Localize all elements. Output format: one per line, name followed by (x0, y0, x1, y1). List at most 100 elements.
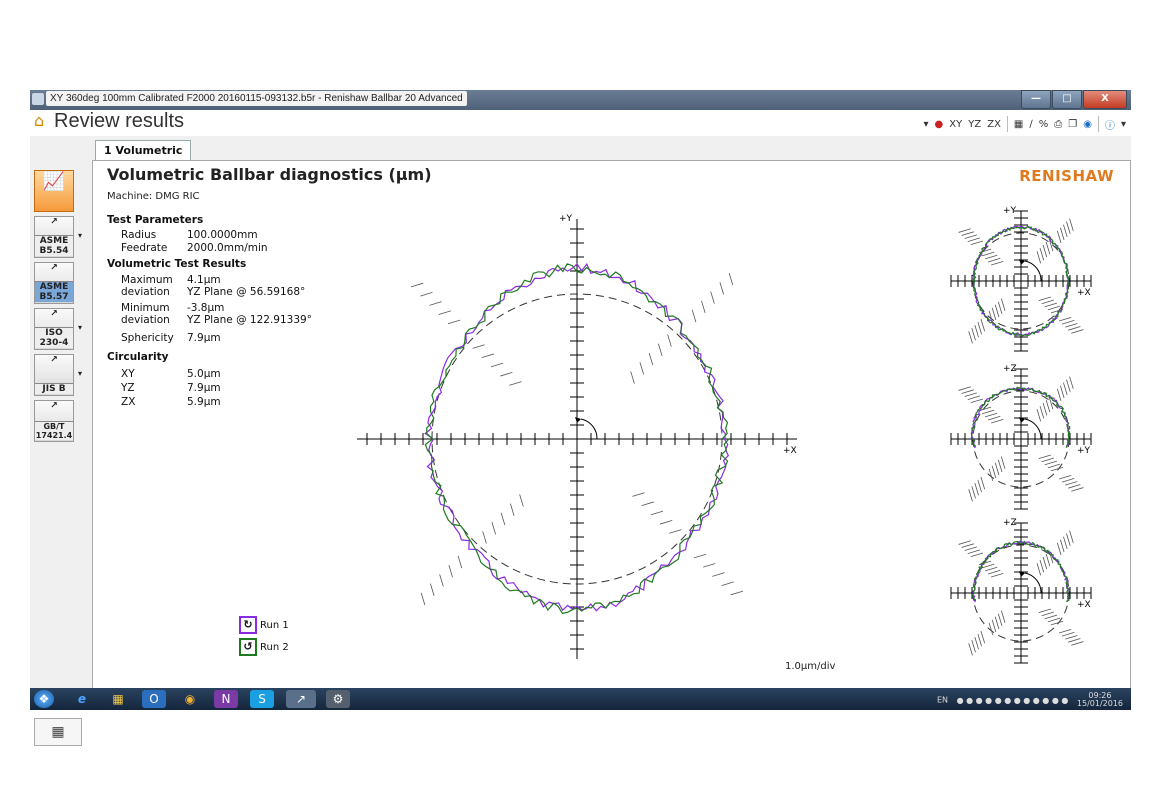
hatch-mark (630, 371, 635, 384)
hatch-mark (974, 483, 979, 496)
hatch-mark (1039, 405, 1045, 419)
app-header: ⌂ Review results ▾ ● XY YZ ZX ▦ ∕ % ⎙ ❐ … (30, 110, 1131, 136)
toolbar-divider (1097, 116, 1099, 132)
hatch-mark (1060, 385, 1065, 399)
print-icon[interactable]: ⎙ (1054, 119, 1062, 130)
hatch-mark (1042, 402, 1048, 416)
hatch-mark (1058, 474, 1072, 480)
hatch-mark (1061, 320, 1075, 325)
start-icon[interactable]: ❖ (34, 690, 54, 708)
hatch-mark (721, 581, 734, 586)
legend-item-run1[interactable]: ↻ Run 1 (239, 614, 289, 636)
folder-icon[interactable]: ▦ (106, 690, 130, 708)
hatch-mark (970, 552, 984, 558)
hatch-mark (984, 412, 998, 418)
tab-strip: 1 Volumetric (30, 136, 1131, 161)
clock[interactable]: 09:26 15/01/2016 (1077, 692, 1123, 708)
hatch-mark (991, 619, 997, 633)
hatch-mark (1038, 454, 1051, 460)
y-axis-label: +Y (1003, 206, 1017, 216)
legend-label: Run 2 (260, 641, 289, 653)
tab-volumetric[interactable]: 1 Volumetric (95, 140, 192, 161)
tool-xy[interactable]: XY (949, 119, 962, 130)
help-dropdown-icon[interactable]: ▾ (1121, 119, 1126, 130)
ballbar-app-icon[interactable]: ↗ (286, 690, 316, 708)
hatch-mark (1041, 611, 1055, 617)
hatch-mark (430, 583, 435, 596)
taskbar: ❖ e ▦ O ◉ N S ↗ ⚙ EN ● ● ● ● ● ● ● ● ● ●… (30, 688, 1131, 710)
copy-icon[interactable]: ❐ (1068, 119, 1077, 130)
system-tray: EN ● ● ● ● ● ● ● ● ● ● ● ● 09:26 15/01/2… (937, 692, 1123, 708)
run2-icon: ↺ (239, 638, 257, 656)
sidebar-item-asme-b557[interactable]: ↗ ASME B5.57 (34, 262, 74, 304)
chevron-down-icon[interactable]: ▾ (78, 323, 82, 332)
hatch-mark (980, 318, 986, 332)
hatch-mark (991, 307, 997, 321)
chrome-icon[interactable]: ◉ (178, 690, 202, 708)
hatch-mark (1058, 316, 1072, 322)
sidebar-item-asme-b554[interactable]: ↗ ASME B5.54 ▾ (34, 216, 82, 258)
onenote-icon[interactable]: N (214, 690, 238, 708)
chevron-down-icon[interactable]: ▾ (78, 231, 82, 240)
hatch-mark (961, 231, 974, 236)
table-view-button[interactable]: ▦ (34, 718, 82, 746)
sidebar-item-volumetric[interactable]: 📈 (34, 170, 74, 212)
legend: ↻ Run 1 ↺ Run 2 (239, 614, 289, 658)
hatch-mark (650, 510, 664, 516)
hatch-mark (968, 331, 973, 344)
hatch-mark (994, 616, 1000, 630)
hatch-mark (971, 640, 976, 653)
globe-icon[interactable]: ◉ (1083, 119, 1092, 130)
skype-icon[interactable]: S (250, 690, 274, 708)
hatch-mark (971, 328, 976, 341)
outlook-icon[interactable]: O (142, 690, 166, 708)
ie-icon[interactable]: e (70, 690, 94, 708)
language-indicator[interactable]: EN (937, 696, 948, 705)
tool-icon[interactable]: ⚙ (326, 690, 350, 708)
hatch-mark (703, 563, 716, 568)
chevron-down-icon[interactable]: ▾ (78, 369, 82, 378)
hatch-mark (439, 574, 444, 587)
help-icon[interactable]: ⓘ (1105, 117, 1115, 132)
ballbar-icon[interactable]: ● (935, 119, 944, 130)
hatch-mark (994, 304, 1000, 318)
sidebar-item-label: ASME B5.57 (35, 281, 73, 302)
tool-yz[interactable]: YZ (968, 119, 981, 130)
legend-item-run2[interactable]: ↺ Run 2 (239, 636, 289, 658)
hatch-mark (980, 476, 986, 490)
table-icon: ▦ (51, 724, 65, 740)
home-icon[interactable]: ⌂ (34, 113, 50, 129)
hatch-mark (1065, 635, 1078, 640)
chart-icon: 📈 (42, 171, 66, 192)
close-button[interactable]: X (1083, 90, 1127, 109)
hatch-mark (1044, 614, 1058, 620)
grid-icon[interactable]: ▦ (1014, 119, 1023, 130)
percent-icon[interactable]: % (1039, 119, 1049, 130)
maximize-button[interactable]: □ (1052, 90, 1082, 109)
page-title: Review results (54, 110, 185, 132)
sidebar-item-jis-b[interactable]: ↗ JIS B ▾ (34, 354, 82, 396)
hatch-mark (1038, 296, 1051, 302)
hatch-mark (964, 546, 977, 551)
sidebar: 📈 ↗ ASME B5.54 ▾ ↗ ASME B5.57 ↗ ISO 230-… (30, 160, 92, 746)
ruler-icon[interactable]: ∕ (1029, 119, 1032, 130)
hatch-mark (1041, 457, 1055, 463)
hatch-mark (967, 395, 981, 400)
hatch-mark (639, 362, 644, 375)
hatch-mark (482, 531, 487, 544)
hatch-mark (447, 319, 461, 325)
hatch-mark (1045, 241, 1051, 255)
hatch-mark (1068, 326, 1081, 331)
hatch-mark (997, 613, 1003, 627)
hatch-mark (1050, 466, 1064, 472)
hatch-mark (420, 292, 433, 297)
hatch-mark (1045, 553, 1051, 567)
minimize-button[interactable]: — (1021, 90, 1051, 109)
tool-zx[interactable]: ZX (987, 119, 1001, 130)
dropdown-icon[interactable]: ▾ (924, 119, 929, 130)
hatch-mark (1044, 302, 1058, 308)
sidebar-item-iso-230-4[interactable]: ↗ ISO 230-4 ▾ (34, 308, 82, 350)
hatch-mark (648, 352, 654, 366)
scale-label: 1.0µm/div (785, 661, 836, 672)
sidebar-item-gbt-17421[interactable]: ↗ GB/T 17421.4 (34, 400, 74, 442)
